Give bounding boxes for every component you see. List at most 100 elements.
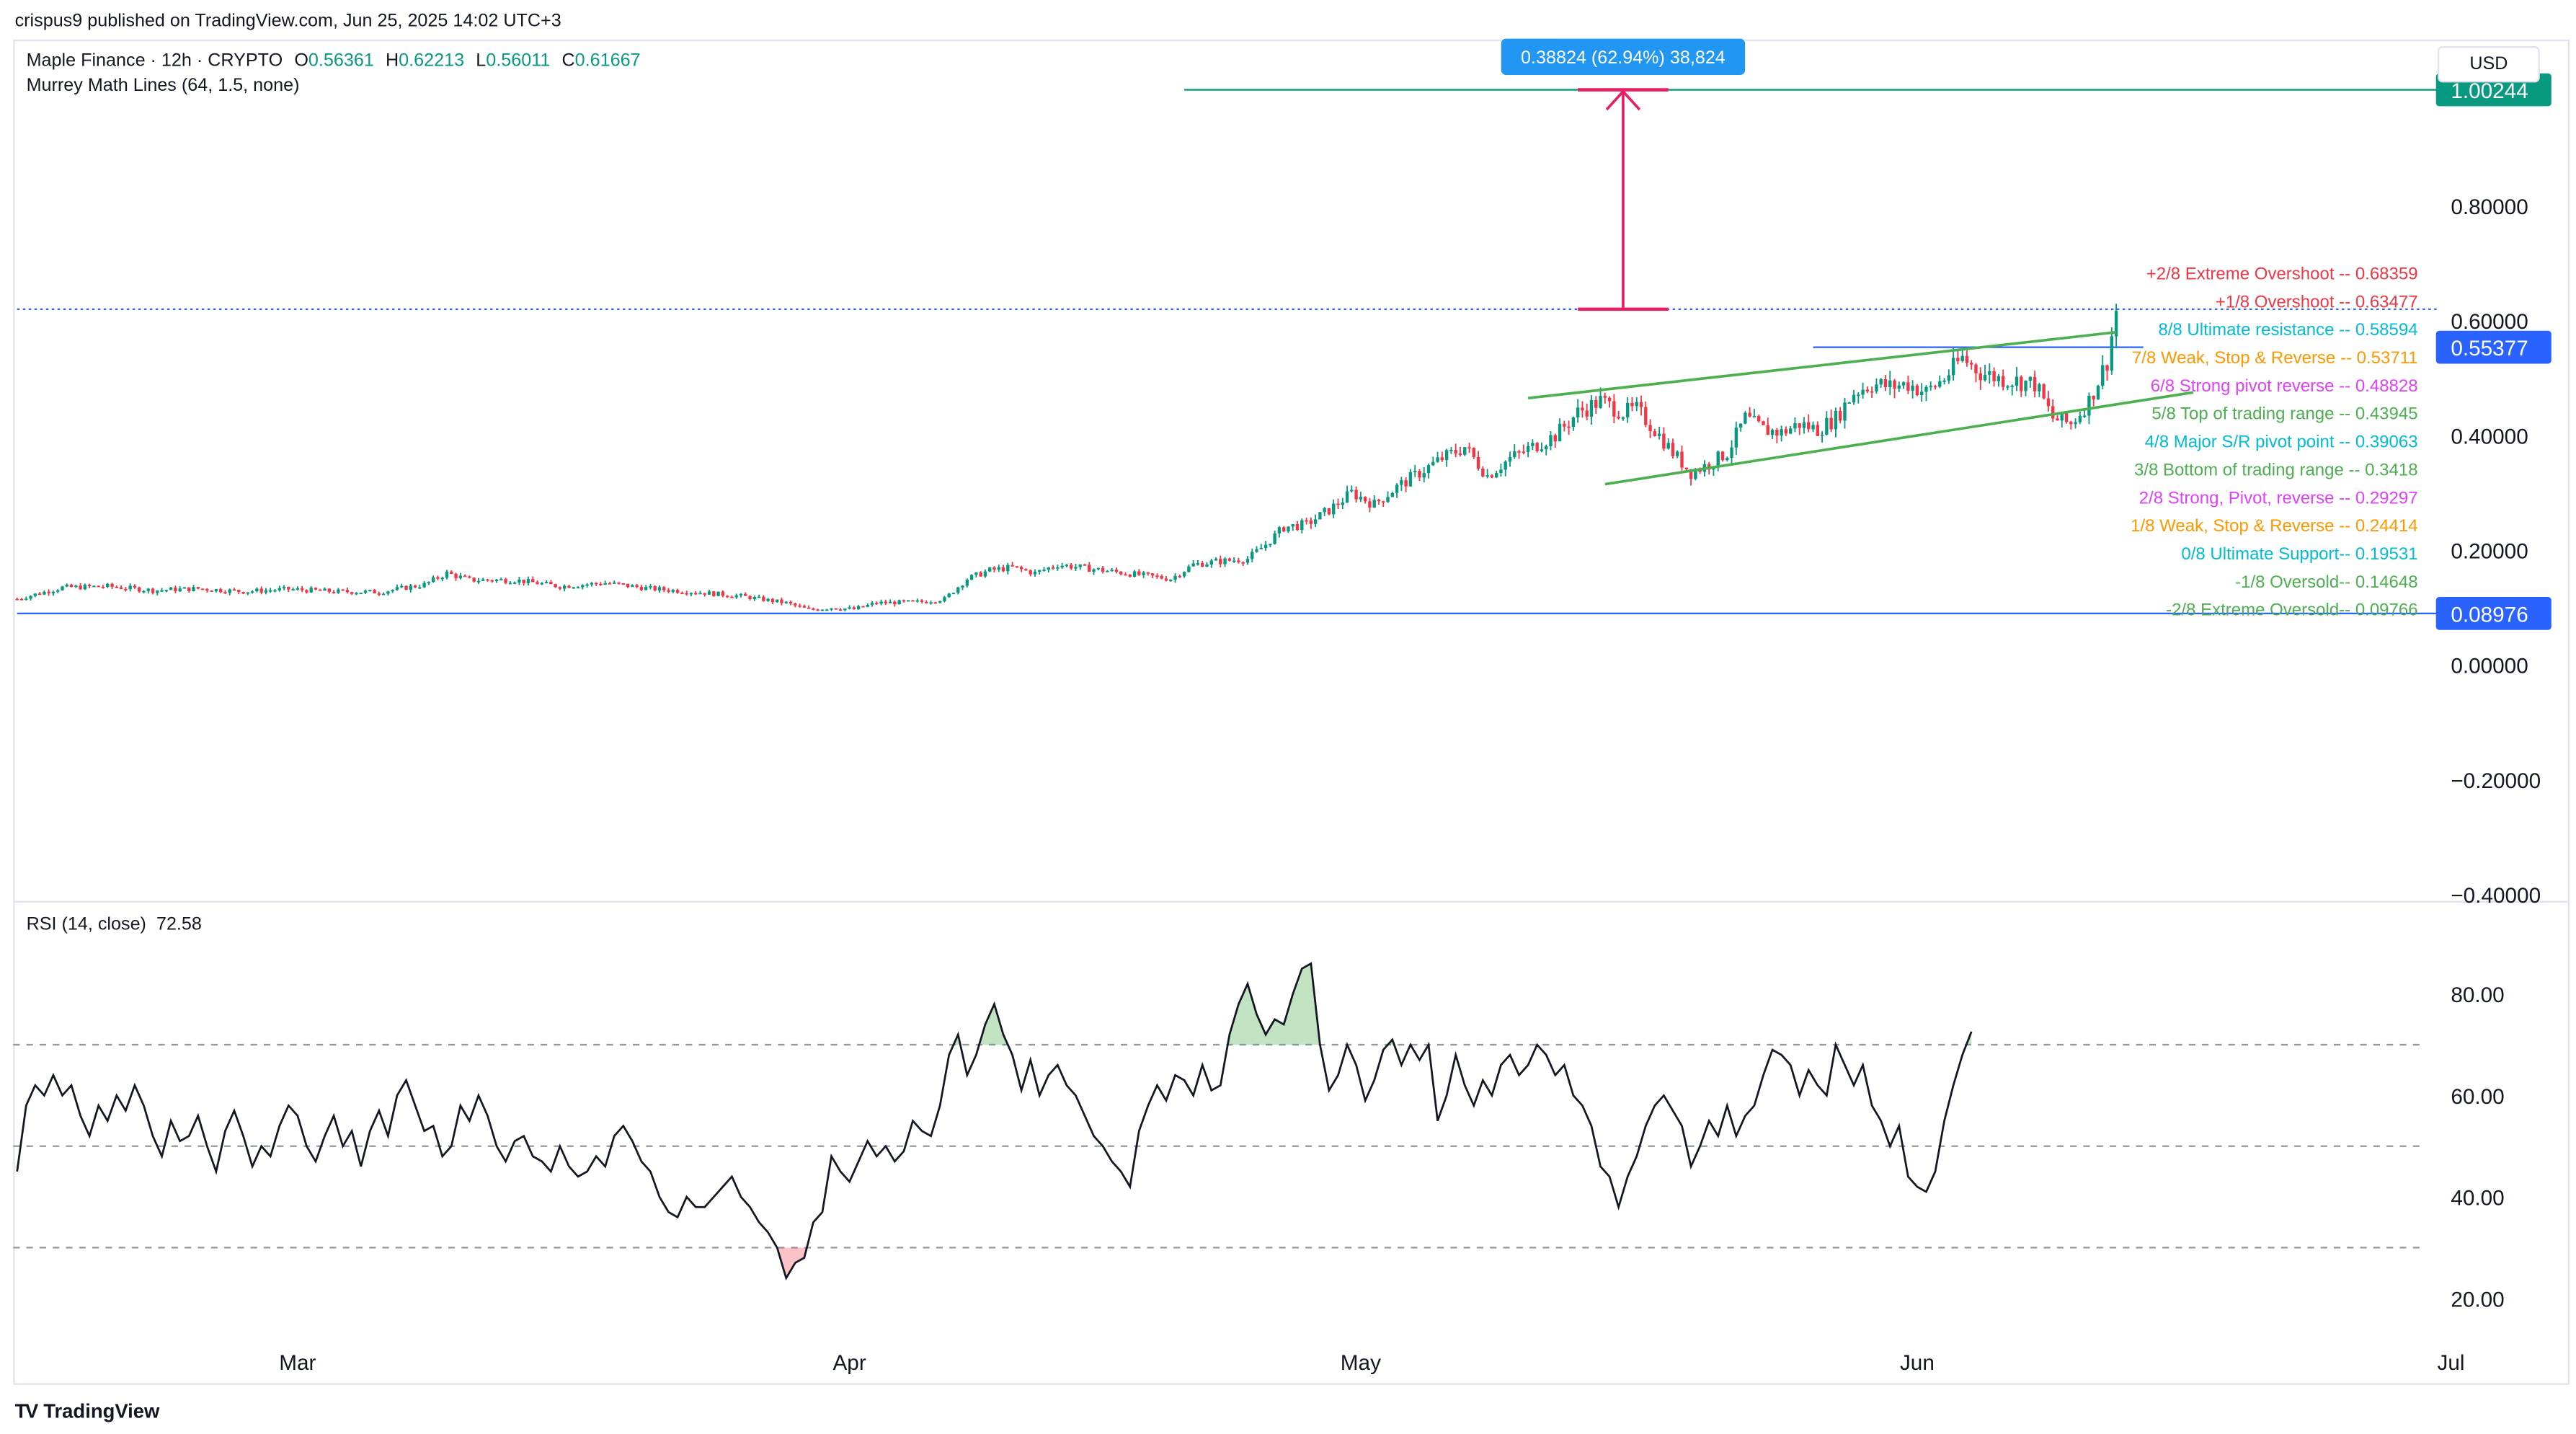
candle-body	[1146, 572, 1150, 574]
candle-body	[1793, 423, 1797, 429]
candle-body	[784, 601, 788, 603]
candle-body	[1567, 426, 1571, 428]
candle-body	[192, 587, 195, 591]
candle-body	[350, 592, 354, 594]
candle-body	[757, 596, 761, 598]
currency-button[interactable]: USD	[2438, 46, 2540, 83]
candle-body	[834, 608, 838, 610]
candle-body	[1820, 434, 1824, 436]
candle-body	[1965, 355, 1969, 363]
candle-body	[277, 588, 281, 590]
candle-body	[472, 577, 476, 582]
rsi-label: RSI (14, close)	[26, 915, 146, 935]
candle-body	[1300, 520, 1304, 531]
candle-body	[775, 599, 779, 603]
candle-body	[961, 585, 964, 588]
rsi-tick-label: 20.00	[2451, 1288, 2504, 1311]
rsi-legend[interactable]: RSI (14, close) 72.58	[27, 915, 202, 934]
candle-body	[1038, 570, 1041, 572]
candle-body	[69, 585, 74, 588]
candle-body	[518, 579, 521, 583]
candle-body	[327, 588, 332, 592]
candle-body	[1305, 520, 1308, 522]
candle-body	[1454, 450, 1457, 454]
candle-body	[142, 590, 146, 593]
candle-body	[1088, 565, 1091, 572]
candle-body	[115, 586, 119, 588]
candle-body	[101, 586, 105, 588]
candle-body	[391, 590, 394, 592]
rsi-value: 72.58	[156, 915, 202, 935]
candle-body	[1214, 559, 1218, 561]
candle-body	[1807, 422, 1811, 430]
candle-body	[1839, 410, 1842, 421]
candle-body	[1825, 417, 1829, 435]
candle-body	[667, 590, 670, 592]
candle-body	[965, 580, 969, 586]
candle-body	[499, 579, 503, 581]
candle-body	[1408, 472, 1413, 487]
murrey-line-label: 6/8 Strong pivot reverse -- 0.48828	[2151, 376, 2418, 396]
price-tick-label: −0.40000	[2451, 884, 2541, 908]
channel-line	[1527, 330, 2117, 400]
candle-body	[1594, 400, 1598, 408]
time-axis-label: Mar	[279, 1351, 316, 1375]
candle-body	[1178, 575, 1182, 577]
candle-body	[337, 589, 340, 593]
candle-body	[1209, 560, 1213, 565]
candle-body	[1363, 497, 1367, 502]
candle-body	[1603, 396, 1607, 398]
candle-body	[1585, 410, 1589, 417]
candle-body	[1494, 473, 1498, 478]
candle-body	[1522, 451, 1526, 453]
candle-body	[1553, 435, 1557, 442]
candle-body	[1259, 548, 1263, 549]
candle-body	[1766, 425, 1769, 435]
candle-body	[1042, 570, 1046, 571]
candle-body	[1001, 567, 1005, 572]
candle-body	[1200, 562, 1204, 567]
price-legend: Maple Finance · 12h · CRYPTO O0.56361 H0…	[27, 50, 641, 99]
candle-body	[631, 585, 634, 588]
candle-body	[1341, 502, 1344, 505]
indicator-label[interactable]: Murrey Math Lines (64, 1.5, none)	[27, 74, 641, 99]
candle-body	[1418, 471, 1421, 478]
candle-body	[1802, 422, 1806, 428]
price-tick-label: 0.00000	[2451, 655, 2528, 678]
candle-body	[409, 585, 412, 590]
candle-body	[1395, 484, 1399, 493]
candle-body	[2051, 406, 2055, 419]
candle-body	[1589, 400, 1594, 417]
candle-body	[613, 582, 616, 584]
price-tick-label: 0.60000	[2451, 310, 2528, 334]
candle-body	[1083, 564, 1087, 566]
candle-body	[816, 609, 820, 611]
candle-body	[512, 582, 517, 584]
candle-body	[599, 583, 603, 585]
footer-brand[interactable]: TV TradingView	[15, 1399, 160, 1422]
candle-body	[1535, 443, 1539, 451]
candle-body	[454, 573, 458, 578]
candle-body	[1006, 565, 1010, 572]
candle-body	[1377, 500, 1381, 502]
candle-body	[1074, 567, 1078, 569]
low-label: L	[476, 50, 487, 71]
candle-body	[1504, 461, 1507, 470]
candle-body	[1694, 470, 1697, 479]
candle-body	[1390, 492, 1395, 497]
candle-body	[902, 600, 906, 602]
candle-body	[1829, 417, 1833, 430]
candle-body	[1313, 519, 1318, 524]
rsi-tick-label: 40.00	[2451, 1187, 2504, 1211]
chart-canvas[interactable]: 0.80000 0.60000 0.40000 0.20000 0.00000 −0.20…	[0, 0, 2576, 1434]
candle-body	[875, 603, 879, 605]
candle-body	[2010, 385, 2014, 387]
candle-body	[1065, 565, 1069, 567]
candle-body	[2105, 365, 2109, 371]
candle-body	[2038, 384, 2041, 391]
candle-body	[558, 587, 562, 589]
candle-body	[951, 593, 956, 595]
candle-body	[856, 606, 861, 610]
symbol-name[interactable]: Maple Finance · 12h · CRYPTO	[27, 51, 283, 71]
candle-body	[852, 607, 856, 610]
